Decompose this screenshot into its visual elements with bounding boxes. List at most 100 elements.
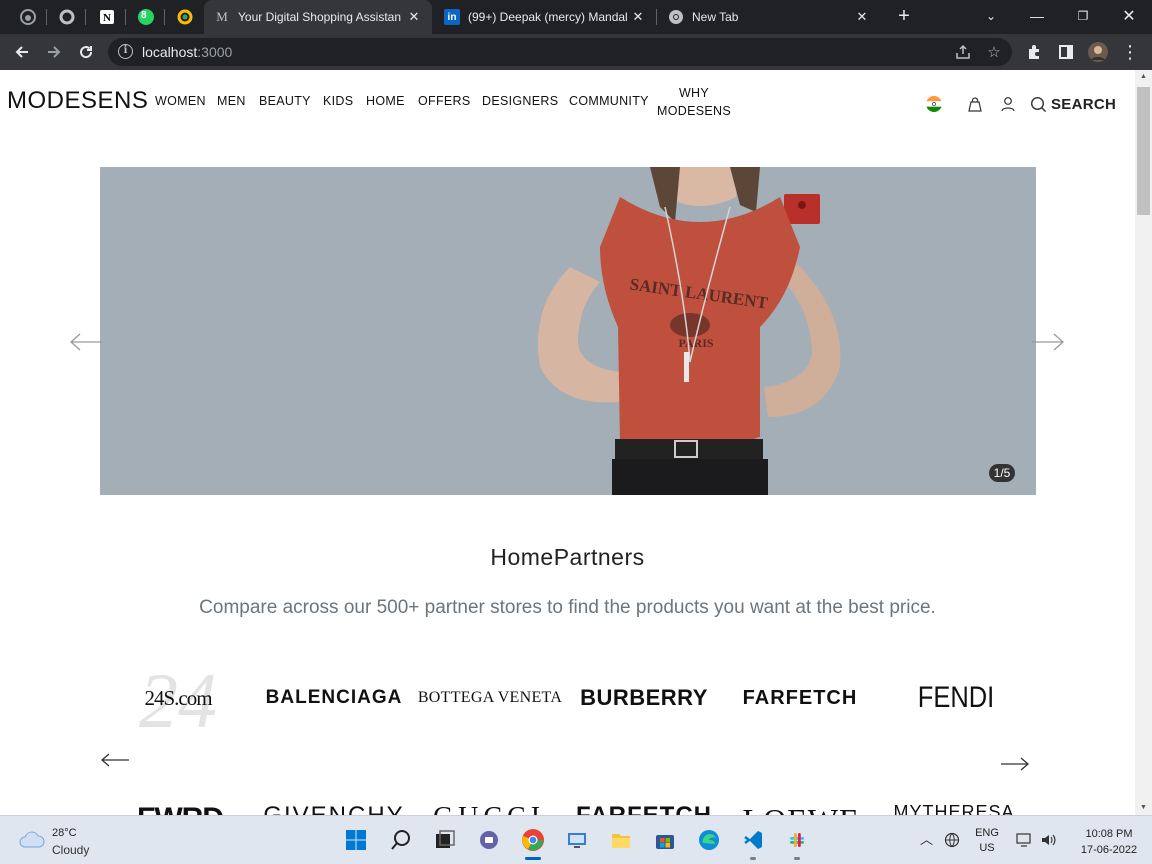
page-viewport: MODESENS WOMEN MEN BEAUTY KIDS HOME OFFE…	[0, 70, 1135, 815]
notion-pinned-tab[interactable]: N	[96, 7, 118, 27]
url-text[interactable]: localhost:3000	[142, 44, 232, 60]
display-icon[interactable]	[1016, 832, 1034, 848]
tab-close-icon[interactable]: ✕	[854, 9, 870, 25]
nav-offers[interactable]: OFFERS	[418, 94, 471, 108]
nav-men[interactable]: MEN	[217, 94, 246, 108]
clock[interactable]: 10:08 PM 17-06-2022	[1068, 826, 1150, 858]
tray-overflow-chevron-icon[interactable]: ︿	[920, 829, 933, 848]
tab-close-icon[interactable]: ✕	[630, 9, 646, 25]
brand-gucci[interactable]: GUCCI	[424, 802, 554, 815]
nav-home[interactable]: HOME	[366, 94, 405, 108]
whatsapp-pinned-tab[interactable]: 8	[135, 7, 157, 27]
bookmark-star-icon[interactable]: ☆	[984, 42, 1004, 62]
slide-counter: 1/5	[989, 464, 1015, 482]
forward-arrow-icon[interactable]	[42, 40, 66, 64]
modesens-favicon: M	[216, 9, 228, 24]
volume-icon[interactable]	[1040, 832, 1058, 848]
github-icon	[20, 9, 36, 25]
tab-modesens[interactable]: M Your Digital Shopping Assistan ✕	[204, 0, 432, 34]
circle-pinned-tab[interactable]	[56, 7, 78, 27]
linkedin-favicon: in	[444, 9, 460, 25]
vscode-icon[interactable]	[739, 826, 767, 860]
minimize-button[interactable]: —	[1014, 0, 1060, 32]
windows-start-icon[interactable]	[342, 826, 370, 854]
chrome-icon	[669, 10, 683, 24]
task-view-icon[interactable]	[431, 826, 459, 854]
nav-community[interactable]: COMMUNITY	[569, 94, 649, 108]
windows-taskbar: 28°C Cloudy ︿ ENG US 10:08 PM 17-06-2022	[0, 815, 1152, 864]
site-info-icon[interactable]: i	[118, 44, 133, 59]
site-logo[interactable]: MODESENS	[7, 87, 148, 115]
brand-givenchy[interactable]: GIVENCHY	[263, 802, 402, 815]
brand-balenciaga[interactable]: BALENCIAGA	[262, 668, 406, 728]
restore-button[interactable]: ❐	[1060, 0, 1106, 32]
colorful-pinned-tab[interactable]	[174, 7, 196, 27]
remote-desktop-icon[interactable]	[563, 826, 591, 854]
brand-burberry[interactable]: BURBERRY	[574, 668, 714, 728]
hero-next-arrow-icon[interactable]	[1031, 332, 1065, 352]
weather-temperature[interactable]: 28°C	[52, 827, 77, 839]
file-explorer-icon[interactable]	[607, 826, 635, 854]
microsoft-store-icon[interactable]	[651, 826, 679, 854]
weather-condition[interactable]: Cloudy	[52, 843, 89, 857]
cloud-weather-icon[interactable]	[18, 828, 46, 850]
nav-why-modesens[interactable]: WHY MODESENS	[652, 84, 736, 120]
notification-badge: 8	[141, 10, 147, 21]
address-bar[interactable]: i localhost:3000 ☆	[108, 38, 1012, 66]
taskbar-search-icon[interactable]	[387, 826, 415, 854]
nav-beauty[interactable]: BEAUTY	[259, 94, 311, 108]
tab-close-icon[interactable]: ✕	[406, 9, 422, 25]
tab-title: New Tab	[692, 10, 739, 24]
back-arrow-icon[interactable]	[10, 40, 34, 64]
scroll-down-arrow-icon[interactable]: ▼	[1135, 801, 1152, 815]
close-window-button[interactable]: ✕	[1106, 0, 1152, 32]
brand-farfetch-2[interactable]: FARFETCH	[576, 802, 711, 815]
india-flag-icon[interactable]	[926, 96, 942, 112]
language-indicator[interactable]: ENG US	[972, 826, 1002, 856]
tab-linkedin[interactable]: in (99+) Deepak (mercy) Mandal ✕	[434, 0, 656, 34]
scroll-up-arrow-icon[interactable]: ▲	[1135, 70, 1152, 84]
network-globe-icon[interactable]	[944, 832, 960, 848]
taskbar-chrome-icon[interactable]	[519, 826, 547, 860]
hero-prev-arrow-icon[interactable]	[69, 332, 103, 352]
brand-mytheresa[interactable]: MYTHERESA	[888, 802, 1020, 815]
chrome-menu-icon[interactable]: ⋮	[1118, 40, 1142, 64]
hero-banner-image[interactable]: SAINT LAURENT PARIS	[100, 167, 1036, 495]
nav-kids[interactable]: KIDS	[323, 94, 353, 108]
page-scrollbar[interactable]: ▲ ▼	[1135, 70, 1152, 815]
nav-women[interactable]: WOMEN	[155, 94, 206, 108]
profile-avatar[interactable]	[1086, 40, 1110, 64]
tab-search-chevron-icon[interactable]: ⌄	[968, 0, 1014, 32]
teams-chat-icon[interactable]	[475, 826, 503, 854]
ring-icon	[59, 9, 75, 25]
edge-browser-icon[interactable]	[695, 826, 723, 854]
user-account-icon[interactable]	[999, 94, 1017, 114]
github-pinned-tab[interactable]	[17, 7, 39, 27]
partners-title: HomePartners	[490, 544, 645, 570]
partners-next-arrow-icon[interactable]	[1000, 756, 1030, 772]
brand-fendi[interactable]: FENDI	[888, 668, 1024, 728]
reload-icon[interactable]	[74, 40, 98, 64]
brand-fwrd[interactable]: FWRD	[128, 802, 232, 815]
slack-icon[interactable]	[783, 826, 811, 860]
brand-bottega-veneta[interactable]: BOTTEGA VENETA	[418, 668, 562, 728]
browser-toolbar: i localhost:3000 ☆ ⋮	[0, 34, 1152, 70]
extensions-puzzle-icon[interactable]	[1022, 40, 1046, 64]
brand-farfetch[interactable]: FARFETCH	[730, 668, 870, 728]
brand-loewe[interactable]: LOEWE	[743, 802, 859, 815]
tab-title: Your Digital Shopping Assistan	[238, 10, 401, 24]
search-icon[interactable]	[1029, 94, 1047, 114]
side-panel-icon[interactable]	[1054, 40, 1078, 64]
partners-prev-arrow-icon[interactable]	[100, 752, 130, 768]
scrollbar-thumb[interactable]	[1137, 87, 1150, 215]
colorwheel-icon	[177, 9, 193, 25]
share-icon[interactable]	[953, 42, 973, 62]
new-tab-button[interactable]: +	[888, 0, 920, 32]
tab-newtab[interactable]: New Tab ✕	[658, 0, 880, 34]
shopping-bag-icon[interactable]	[966, 94, 984, 114]
notion-icon: N	[100, 10, 114, 24]
browser-tab-strip: N 8 M Your Digital Shopping Assistan ✕ i…	[0, 0, 1152, 34]
nav-designers[interactable]: DESIGNERS	[482, 94, 558, 108]
brand-24s[interactable]: 24 24S.com	[130, 661, 226, 735]
search-button[interactable]: SEARCH	[1051, 96, 1116, 113]
